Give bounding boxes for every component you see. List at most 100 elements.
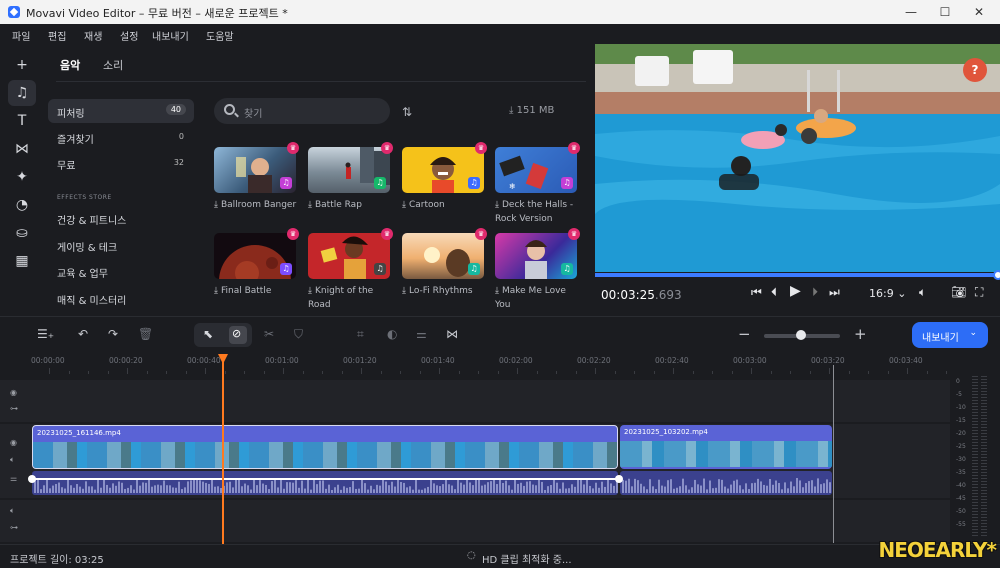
music-note-icon: ♫ <box>374 177 386 189</box>
volume-keyframe[interactable] <box>615 475 623 483</box>
ruler-tick <box>88 371 89 374</box>
play-icon[interactable]: ▶ <box>790 283 801 299</box>
audio-level-meter: 0 -5 -10 -15 -20 -25 -30 -35 -40 -45 -50 -55 <box>950 354 1000 544</box>
close-button[interactable]: ✕ <box>956 0 1000 24</box>
more-tools-button[interactable]: ▦ <box>8 248 36 274</box>
timeline-ruler[interactable]: 00:00:00 00:00:20 00:00:40 00:01:00 00:01:20… <box>0 354 967 378</box>
audio-clip-1[interactable] <box>32 471 618 495</box>
video-clip-2[interactable]: 20231025_103202.mp4 <box>620 425 832 469</box>
link-icon[interactable]: ⊶ <box>10 404 18 413</box>
next-frame-icon[interactable]: ⏵ <box>812 285 818 300</box>
redo-icon[interactable]: ↷ <box>108 327 118 341</box>
audio-sliders-icon[interactable]: ⚌ <box>10 474 17 483</box>
progress-knob[interactable] <box>992 270 1000 280</box>
effects-tool-button[interactable]: ✦ <box>8 164 36 190</box>
skip-to-end-icon[interactable]: ⏭ <box>829 285 840 300</box>
meter-db-label: 0 <box>956 378 960 385</box>
category-featured[interactable]: 피처링 40 <box>48 99 194 123</box>
cut-scissors-icon[interactable]: ✂ <box>264 327 274 341</box>
search-input[interactable]: 찾기 <box>214 98 390 124</box>
menu-export[interactable]: 내보내기 <box>152 28 189 43</box>
meter-db-label: -25 <box>956 443 966 450</box>
meter-db-label: -35 <box>956 469 966 476</box>
music-note-icon: ♫ <box>468 177 480 189</box>
timecode-ms: .693 <box>654 288 682 302</box>
zoom-slider-knob[interactable] <box>796 330 806 340</box>
category-favorites[interactable]: 즐겨찾기 0 <box>48 125 194 149</box>
ruler-tick-label: 00:02:40 <box>655 356 689 365</box>
menu-file[interactable]: 파일 <box>12 28 30 43</box>
delete-icon[interactable]: 🗑︎ <box>138 327 153 341</box>
marker-icon[interactable]: ⛉ <box>294 327 303 342</box>
playback-progress-bar[interactable] <box>595 270 1000 280</box>
aspect-ratio-select[interactable]: 16:9 ⌄ <box>869 287 906 300</box>
store-item-magic-mystery[interactable]: 매직 & 미스터리 <box>48 286 194 310</box>
store-item-education-work[interactable]: 교육 & 업무 <box>48 259 194 283</box>
store-item-label: 게이밍 & 테크 <box>57 243 118 254</box>
crop-icon[interactable]: ⌗ <box>357 327 364 342</box>
meter-bar-left <box>972 376 978 536</box>
video-clip-1[interactable]: 20231025_161146.mp4 <box>32 425 618 469</box>
download-icon: ⤓ <box>214 200 218 210</box>
playhead-handle[interactable] <box>218 354 228 364</box>
ruler-tick <box>556 371 557 374</box>
store-tool-button[interactable]: ⛀ <box>8 220 36 246</box>
music-card-title: ⤓ Deck the Halls - Rock Version <box>495 200 574 224</box>
music-card-title: ⤓ Knight of the Road <box>308 286 374 310</box>
undo-icon[interactable]: ↶ <box>78 327 88 341</box>
store-item-health-fitness[interactable]: 건강 & 피트니스 <box>48 206 194 230</box>
previous-frame-icon[interactable]: ⏴ <box>771 285 777 300</box>
transition-wizard-icon[interactable]: ⋈ <box>446 327 458 341</box>
adjust-icon[interactable]: ⚌ <box>416 327 427 341</box>
ruler-tick <box>770 371 772 374</box>
eye-icon[interactable]: ◉ <box>10 388 17 397</box>
volume-envelope-line[interactable] <box>32 478 618 480</box>
tab-music[interactable]: 음악 <box>60 57 80 73</box>
title-bar: Movavi Video Editor – 무료 버전 – 새로운 프로젝트 *… <box>0 0 1000 24</box>
select-pointer-icon[interactable]: ⬉ <box>203 327 213 341</box>
zoom-in-icon[interactable]: + <box>854 325 867 343</box>
timeline-toolbar: ☰₊ ↶ ↷ 🗑︎ ✂ ⛉ ⌗ ◐ ⚌ ⋈ − + <box>0 316 1000 354</box>
watermark: NEOEARLY* <box>878 538 997 562</box>
snapshot-camera-icon[interactable]: 📷︎ <box>951 285 966 299</box>
store-item-gaming-tech[interactable]: 게이밍 & 테크 <box>48 233 194 257</box>
volume-icon[interactable]: 🔈︎ <box>919 285 926 300</box>
search-placeholder: 찾기 <box>244 109 263 120</box>
zoom-out-icon[interactable]: − <box>738 325 751 343</box>
help-button[interactable]: ? <box>963 58 987 82</box>
sort-icon[interactable]: ⇅ <box>402 105 412 119</box>
thumbnail: ♫ <box>308 147 390 193</box>
meter-db-label: -55 <box>956 521 966 528</box>
transitions-tool-button[interactable]: ⋈ <box>8 136 36 162</box>
music-tool-button[interactable]: ♫ <box>8 80 36 106</box>
add-files-button[interactable]: + <box>8 52 36 78</box>
category-free[interactable]: 무료 32 <box>48 151 194 175</box>
menu-settings[interactable]: 설정 <box>120 28 138 43</box>
fullscreen-icon[interactable]: ⛶ <box>975 285 983 300</box>
menu-playback[interactable]: 재생 <box>84 28 102 43</box>
link-icon[interactable]: ⊶ <box>10 523 18 532</box>
tab-sounds[interactable]: 소리 <box>103 57 123 73</box>
menu-edit[interactable]: 편집 <box>48 28 66 43</box>
storage-size[interactable]: ⤓ 151 MB <box>509 105 554 116</box>
ruler-tick <box>829 368 830 374</box>
export-button[interactable]: 내보내기 ⌄ <box>912 322 988 348</box>
ruler-tick-label: 00:00:40 <box>187 356 221 365</box>
skip-to-start-icon[interactable]: ⏮ <box>751 285 762 300</box>
ruler-tick <box>419 371 421 374</box>
playhead[interactable] <box>222 354 224 544</box>
video-preview[interactable]: ? <box>595 44 1000 272</box>
menu-help[interactable]: 도움말 <box>206 28 234 43</box>
add-track-icon[interactable]: ☰₊ <box>37 327 54 341</box>
volume-keyframe[interactable] <box>28 475 36 483</box>
audio-clip-2[interactable] <box>620 471 832 495</box>
speaker-icon[interactable]: 🔈︎ <box>10 506 15 516</box>
meter-db-label: -5 <box>956 391 962 398</box>
titles-tool-button[interactable]: T <box>8 108 36 134</box>
stickers-tool-button[interactable]: ◔ <box>8 192 36 218</box>
eye-icon[interactable]: ◉ <box>10 438 17 447</box>
clip-name: 20231025_161146.mp4 <box>37 429 121 437</box>
speaker-icon[interactable]: 🔈︎ <box>10 455 15 465</box>
download-icon: ⤓ <box>495 286 499 296</box>
speed-icon[interactable]: ◐ <box>387 327 397 341</box>
